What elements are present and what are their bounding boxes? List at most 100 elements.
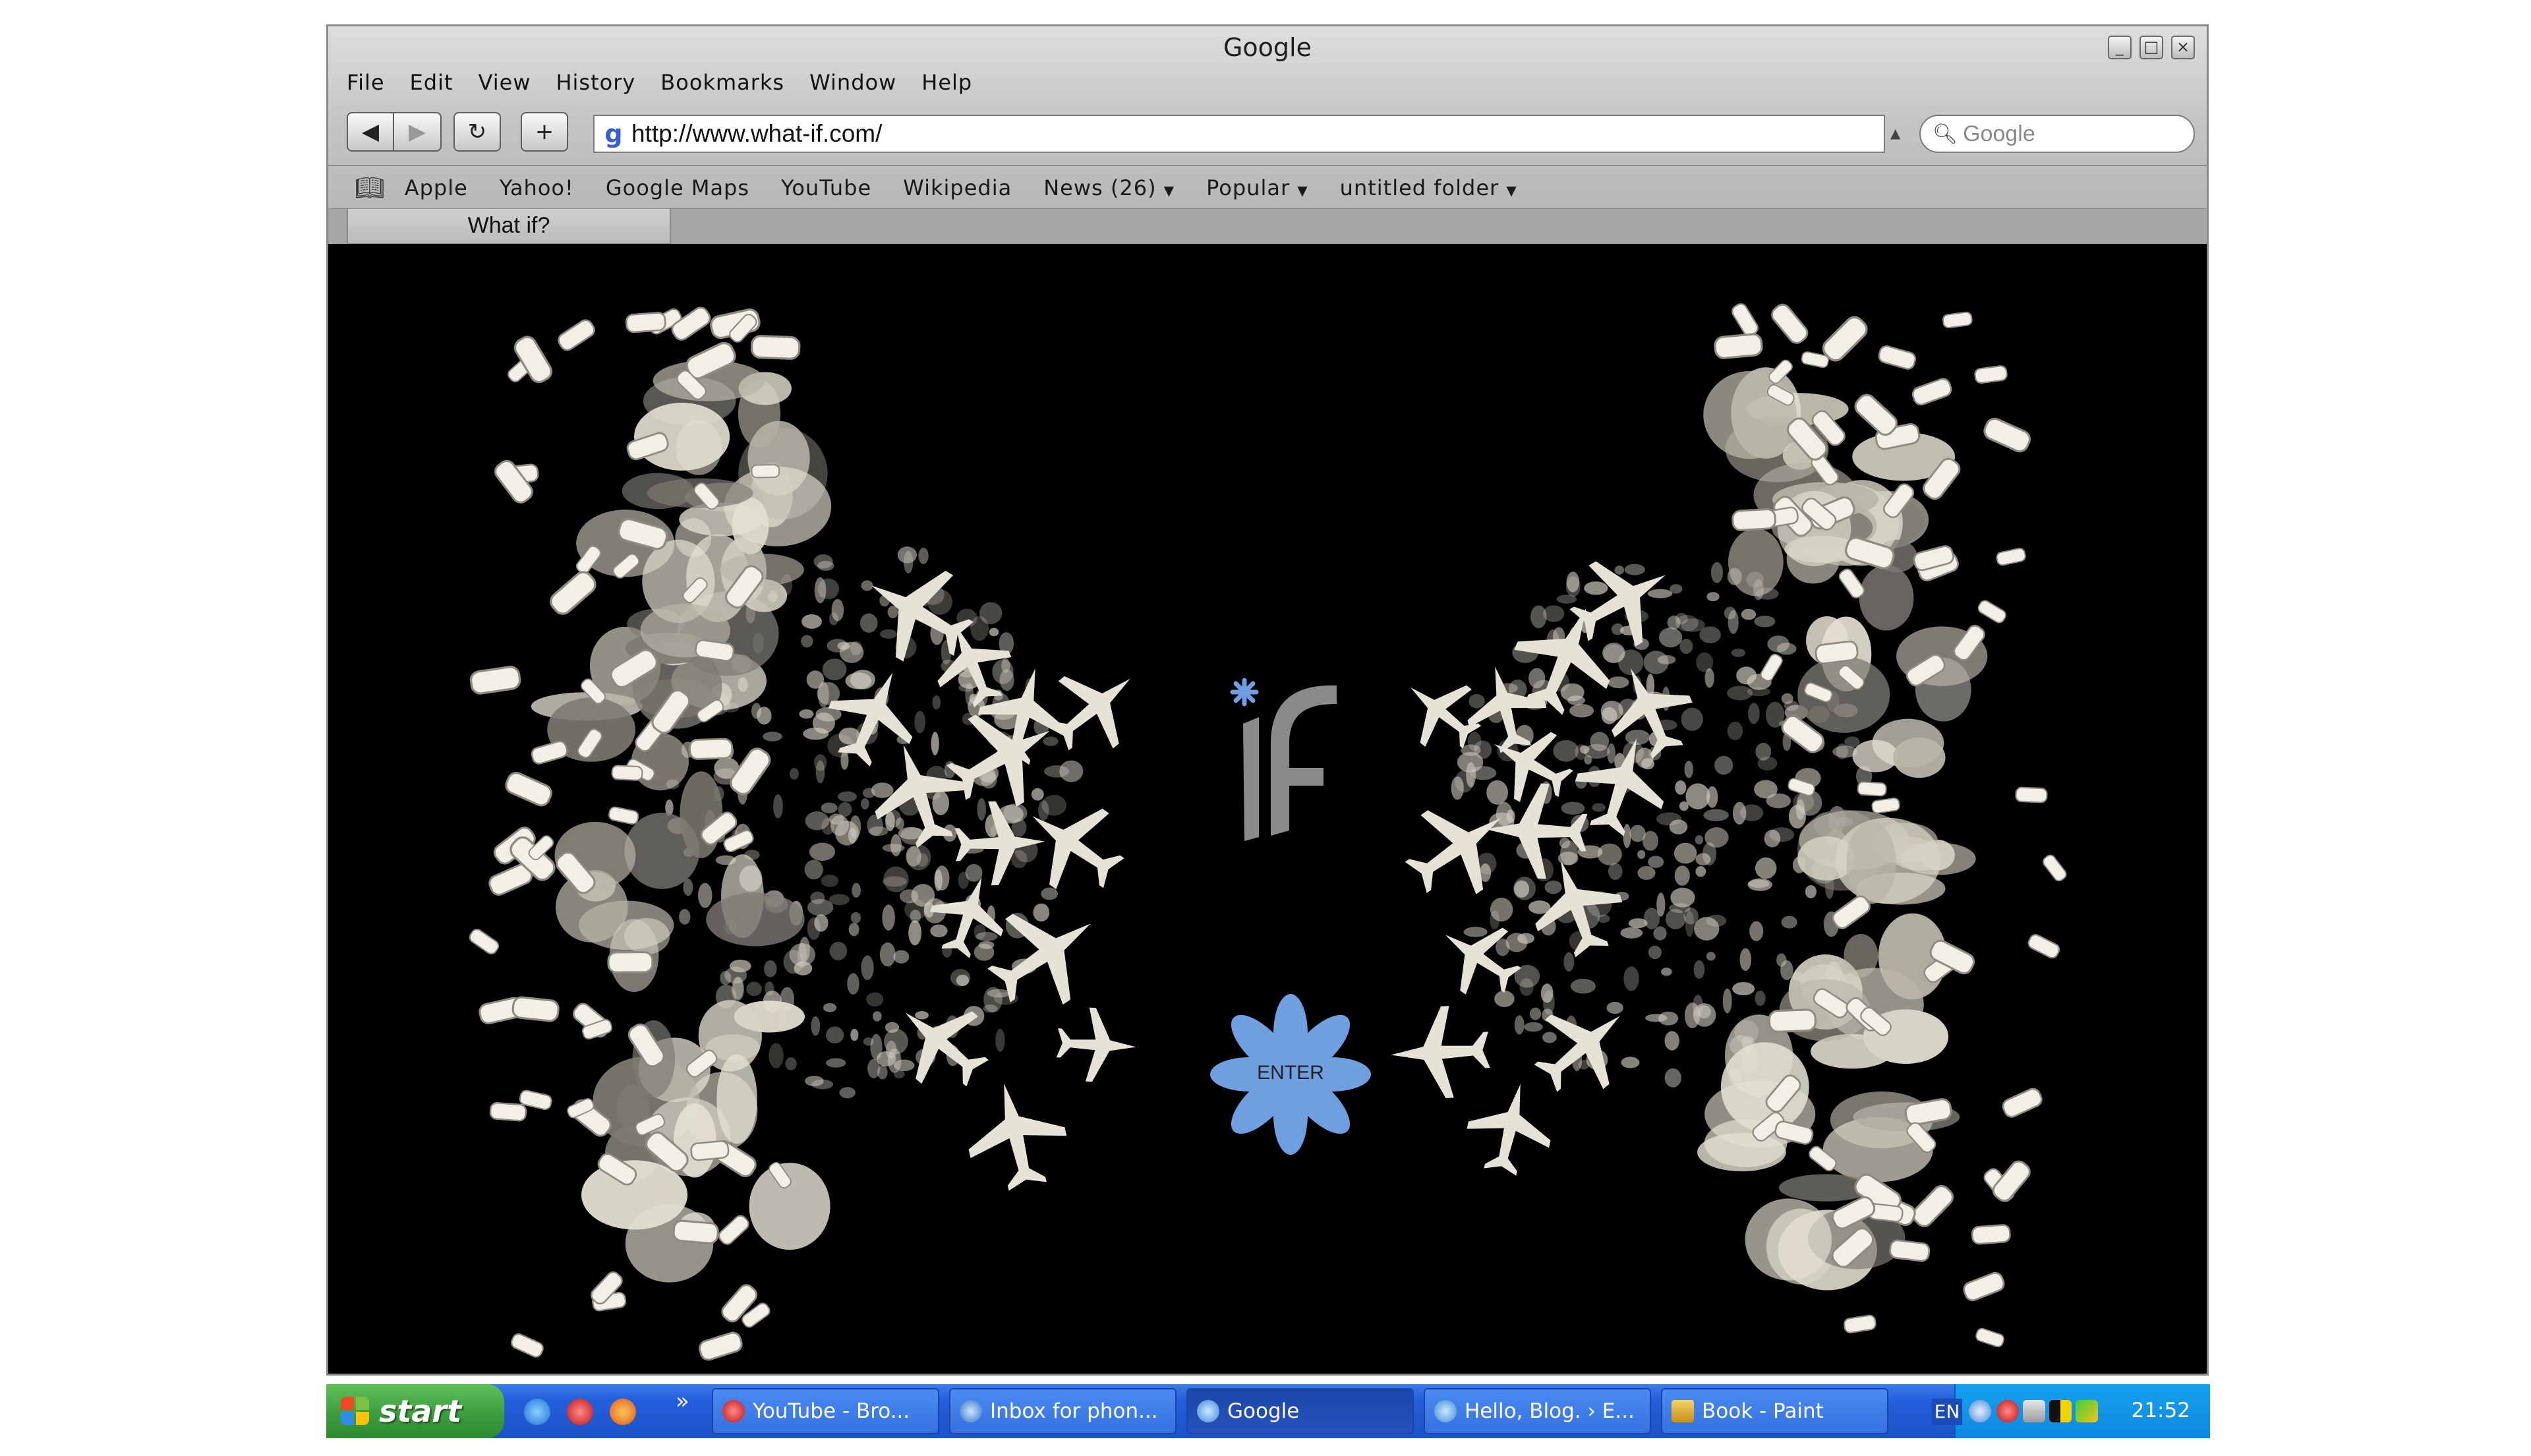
task-google[interactable]: Google: [1186, 1388, 1414, 1434]
bookmark-youtube[interactable]: YouTube: [781, 175, 871, 200]
bookmark-wikipedia[interactable]: Wikipedia: [903, 175, 1012, 200]
bookmark-news-label: News (26): [1043, 175, 1157, 200]
texture-blob: [1859, 565, 1914, 631]
car-shape: [1963, 1271, 2005, 1302]
address-bar[interactable]: g http://www.what-if.com/: [593, 115, 1885, 153]
texture-blob: [1560, 840, 1578, 865]
menu-view[interactable]: View: [479, 70, 531, 95]
start-button[interactable]: start: [326, 1384, 504, 1438]
bookmark-untitled-folder[interactable]: untitled folder ▼: [1340, 175, 1517, 200]
texture-blob: [1703, 809, 1729, 821]
tray-opera-icon[interactable]: [1996, 1400, 2019, 1422]
texture-blob: [1681, 707, 1703, 731]
task-hello-blog[interactable]: Hello, Blog. › E...: [1424, 1388, 1651, 1434]
texture-blob: [1625, 729, 1650, 745]
texture-blob: [1543, 605, 1565, 622]
search-placeholder: Google: [1963, 121, 2035, 146]
bookmark-popular-label: Popular: [1206, 175, 1291, 200]
system-tray: 21:52: [1954, 1384, 2210, 1438]
texture-blob: [1749, 921, 1764, 941]
bookmark-popular-folder[interactable]: Popular ▼: [1206, 175, 1308, 200]
menu-edit[interactable]: Edit: [410, 70, 453, 95]
texture-blob: [1505, 933, 1528, 952]
tray-network-icon[interactable]: [2076, 1400, 2098, 1422]
language-indicator[interactable]: EN: [1932, 1399, 1962, 1425]
texture-blob: [1519, 978, 1534, 996]
enter-button[interactable]: ENTER: [1208, 992, 1373, 1157]
texture-blob: [1769, 827, 1795, 842]
tab-what-if[interactable]: What if?: [347, 209, 671, 245]
close-button[interactable]: ×: [2171, 36, 2195, 59]
texture-blob: [1727, 721, 1743, 741]
texture-blob: [1805, 885, 1817, 898]
add-bookmark-button[interactable]: +: [521, 112, 568, 152]
texture-blob: [1606, 1001, 1623, 1014]
texture-blob: [1623, 966, 1639, 991]
address-text[interactable]: http://www.what-if.com/: [631, 120, 882, 148]
tray-volume-icon[interactable]: [2023, 1400, 2045, 1422]
menu-help[interactable]: Help: [921, 70, 972, 95]
internet-explorer-icon[interactable]: [524, 1399, 550, 1425]
menu-history[interactable]: History: [556, 70, 635, 95]
bookmark-yahoo[interactable]: Yahoo!: [500, 175, 574, 200]
plus-icon: +: [535, 119, 554, 145]
texture-blob: [1728, 528, 1784, 597]
car-shape: [1832, 895, 1871, 929]
texture-blob: [1695, 834, 1704, 845]
back-button[interactable]: ◀: [347, 112, 394, 152]
texture-blob: [1653, 926, 1667, 941]
texture-blob: [1463, 927, 1488, 937]
quicklaunch-more-icon[interactable]: »: [676, 1388, 689, 1414]
airplane-shape: [1467, 1084, 1551, 1176]
google-favicon-icon: g: [604, 119, 623, 148]
car-shape: [1844, 1314, 1876, 1333]
reload-button[interactable]: ↻: [453, 112, 501, 152]
enter-label: ENTER: [1257, 1062, 1324, 1084]
texture-blob: [1656, 892, 1666, 917]
texture-blob: [1739, 948, 1752, 972]
airplane-shape: [1445, 927, 1521, 995]
car-shape: [1731, 303, 1759, 337]
texture-blob: [1732, 982, 1755, 996]
texture-blob: [1592, 803, 1606, 812]
texture-blob: [1608, 863, 1623, 880]
car-shape: [1822, 316, 1868, 362]
bookmark-google-maps[interactable]: Google Maps: [606, 175, 749, 200]
texture-blob: [1664, 1068, 1681, 1088]
thunderbird-icon: [960, 1400, 982, 1422]
texture-blob: [1754, 616, 1776, 627]
window-title: Google: [1223, 33, 1312, 62]
search-icon: 🔍︎: [1933, 122, 1958, 146]
texture-blob: [1893, 737, 1946, 778]
car-shape: [1771, 303, 1809, 344]
bookmark-apple[interactable]: Apple: [405, 175, 468, 200]
menu-bookmarks[interactable]: Bookmarks: [660, 70, 784, 95]
opera-icon[interactable]: [567, 1399, 593, 1425]
texture-blob: [1844, 934, 1878, 977]
windows-flag-icon: [341, 1397, 370, 1426]
bookmark-news-folder[interactable]: News (26) ▼: [1043, 175, 1175, 200]
bookmarks-book-icon[interactable]: 📖︎: [355, 174, 385, 202]
car-shape: [2027, 934, 2060, 959]
tray-security-icon[interactable]: [2049, 1400, 2072, 1422]
texture-blob: [1469, 693, 1485, 709]
texture-blob: [1693, 960, 1705, 979]
minimize-button[interactable]: _: [2108, 36, 2132, 59]
browser-window: Google _ □ × File Edit View History Book…: [326, 24, 2209, 1376]
task-paint[interactable]: Book - Paint: [1661, 1388, 1888, 1434]
maximize-button[interactable]: □: [2139, 36, 2163, 59]
tray-expand-icon[interactable]: [1969, 1400, 1991, 1422]
task-inbox[interactable]: Inbox for phon...: [949, 1388, 1177, 1434]
texture-blob: [1648, 945, 1662, 960]
task-label: YouTube - Bro...: [753, 1399, 910, 1423]
forward-button[interactable]: ▶: [394, 112, 442, 152]
search-field[interactable]: 🔍︎ Google: [1919, 115, 2195, 153]
address-dropdown-icon[interactable]: ▲: [1890, 125, 1900, 141]
menu-file[interactable]: File: [347, 70, 385, 95]
task-youtube[interactable]: YouTube - Bro...: [712, 1388, 939, 1434]
reload-icon: ↻: [467, 119, 487, 145]
texture-blob: [1731, 649, 1746, 657]
texture-blob: [1513, 877, 1536, 900]
firefox-icon[interactable]: [610, 1399, 636, 1425]
menu-window[interactable]: Window: [809, 70, 896, 95]
